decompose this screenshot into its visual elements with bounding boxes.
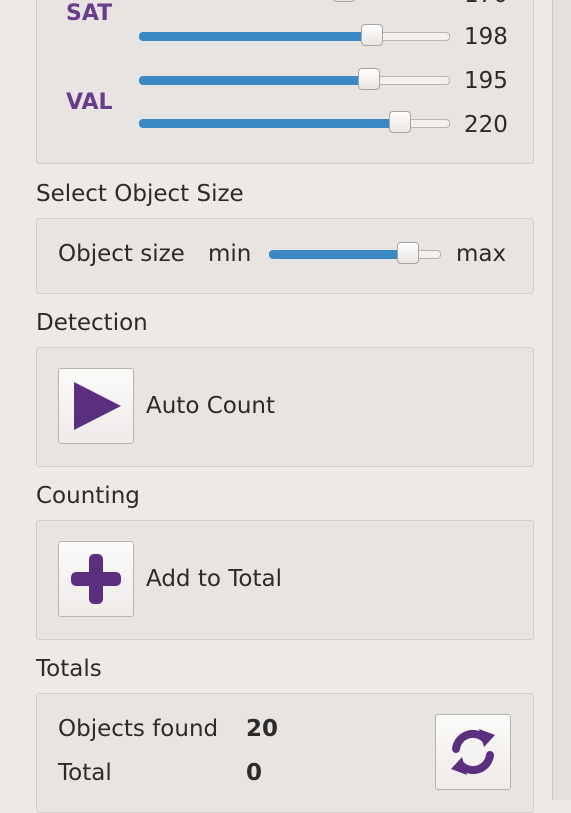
right-panel-edge [553, 0, 571, 800]
slider-handle[interactable] [361, 24, 384, 46]
auto-count-button[interactable] [58, 368, 134, 444]
sat-upper-value: 170 [464, 0, 508, 8]
total-label: Total [58, 760, 112, 786]
sat-lower-value: 198 [464, 24, 508, 50]
reset-button[interactable] [435, 714, 511, 790]
total-value: 0 [246, 760, 263, 786]
object-size-label: Object size [58, 241, 185, 267]
val-label: VAL [66, 90, 113, 115]
totals-section-title: Totals [36, 656, 102, 682]
object-size-max-label: max [456, 241, 507, 267]
add-to-total-label: Add to Total [146, 566, 282, 592]
slider-handle[interactable] [389, 111, 412, 133]
play-icon [74, 382, 121, 430]
sat-label: SAT [66, 1, 113, 26]
val-upper-slider[interactable] [139, 68, 450, 90]
refresh-icon [451, 729, 495, 775]
add-to-total-button[interactable] [58, 541, 134, 617]
val-lower-slider[interactable] [139, 111, 450, 133]
slider-handle[interactable] [333, 0, 356, 2]
auto-count-label: Auto Count [146, 393, 276, 419]
detection-section-title: Detection [36, 310, 148, 336]
val-upper-value: 195 [464, 68, 508, 94]
sat-upper-slider[interactable] [139, 0, 450, 2]
objects-found-label: Objects found [58, 716, 219, 742]
objects-found-value: 20 [246, 716, 279, 742]
object-size-section-title: Select Object Size [36, 181, 244, 207]
counting-section-title: Counting [36, 483, 140, 509]
object-size-slider[interactable] [269, 242, 441, 264]
val-lower-value: 220 [464, 112, 508, 138]
sat-lower-slider[interactable] [139, 24, 450, 46]
object-size-min-label: min [208, 241, 252, 267]
slider-handle[interactable] [397, 242, 420, 264]
slider-handle[interactable] [358, 68, 381, 90]
plus-icon [71, 554, 121, 604]
